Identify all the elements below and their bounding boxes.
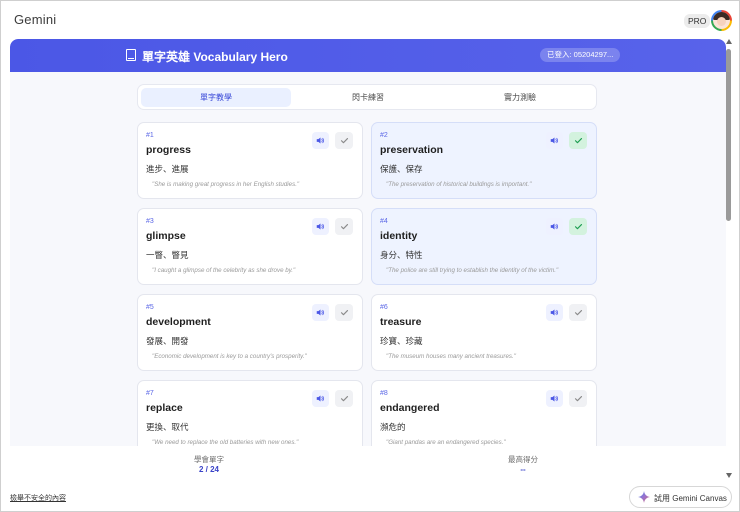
mark-learned-button[interactable] (569, 218, 587, 235)
tab-vocabulary-teaching[interactable]: 單字教學 (141, 88, 291, 107)
app-title: Gemini (14, 12, 57, 27)
app-canvas: 單字英雄 Vocabulary Hero 已登入: 05204297... 單字… (10, 39, 726, 446)
scroll-down-arrow-icon[interactable] (726, 473, 732, 478)
mark-learned-button[interactable] (335, 132, 353, 149)
tab-skill-test[interactable]: 實力測驗 (445, 88, 595, 107)
card-number: #2 (380, 132, 388, 139)
play-sound-button[interactable] (312, 390, 329, 407)
avatar-image (713, 12, 730, 29)
learned-words-value: 2 / 24 (198, 465, 219, 474)
card-number: #7 (146, 390, 154, 397)
card-translation: 進步、進展 (146, 164, 189, 174)
card-word: progress (146, 144, 191, 156)
play-sound-button[interactable] (546, 390, 563, 407)
vocabulary-card: #8 endangered 瀕危的 "Giant pandas are an enda… (371, 380, 597, 446)
card-number: #8 (380, 390, 388, 397)
card-word: development (146, 316, 211, 328)
card-word: identity (380, 230, 418, 242)
avatar[interactable] (711, 10, 732, 31)
card-example-sentence: "Economic development is key to a countr… (152, 353, 307, 360)
mode-tabs: 單字教學 閃卡練習 實力測驗 (137, 84, 597, 110)
try-gemini-canvas-label: 試用 Gemini Canvas (654, 494, 727, 503)
mark-learned-button[interactable] (335, 218, 353, 235)
card-translation: 身分、特性 (380, 250, 423, 260)
mark-learned-button[interactable] (569, 132, 587, 149)
play-sound-button[interactable] (312, 132, 329, 149)
card-word: endangered (380, 402, 440, 414)
card-number: #1 (146, 132, 154, 139)
learned-words-label: 學會單字 (194, 455, 224, 464)
vocabulary-card: #3 glimpse 一瞥、瞥見 "I caught a glimpse of the… (137, 208, 363, 285)
pro-badge: PRO (684, 14, 711, 28)
card-translation: 保護、保存 (380, 164, 423, 174)
play-sound-button[interactable] (546, 218, 563, 235)
play-sound-button[interactable] (546, 304, 563, 321)
mark-learned-button[interactable] (335, 390, 353, 407)
card-translation: 一瞥、瞥見 (146, 250, 189, 260)
tab-flashcard-practice[interactable]: 閃卡練習 (293, 88, 443, 107)
card-number: #6 (380, 304, 388, 311)
avatar-face (717, 17, 726, 26)
scroll-up-arrow-icon[interactable] (726, 39, 732, 44)
card-number: #5 (146, 304, 154, 311)
mark-learned-button[interactable] (569, 304, 587, 321)
card-example-sentence: "Giant pandas are an endangered species.… (386, 439, 506, 446)
scrollbar[interactable] (726, 39, 732, 479)
card-word: replace (146, 402, 183, 414)
play-sound-button[interactable] (312, 304, 329, 321)
vocabulary-card: #6 treasure 珍寶、珍藏 "The museum houses many a… (371, 294, 597, 371)
vocabulary-card: #2 preservation 保護、保存 "The preservation of … (371, 122, 597, 199)
card-example-sentence: "The museum houses many ancient treasure… (386, 353, 516, 360)
best-score-value: -- (520, 465, 526, 474)
vocabulary-card: #5 development 發展、開發 "Economic development … (137, 294, 363, 371)
card-example-sentence: "I caught a glimpse of the celebrity as … (152, 267, 296, 274)
scroll-thumb[interactable] (726, 49, 731, 221)
vocabulary-card: #7 replace 更換、取代 "We need to replace the ol… (137, 380, 363, 446)
vocabulary-card: #4 identity 身分、特性 "The police are still try… (371, 208, 597, 285)
top-bar: Gemini PRO (1, 1, 739, 39)
card-example-sentence: "She is making great progress in her Eng… (152, 181, 300, 188)
card-example-sentence: "The preservation of historical building… (386, 181, 532, 188)
card-translation: 瀕危的 (380, 422, 406, 432)
card-translation: 更換、取代 (146, 422, 189, 432)
hero-header: 單字英雄 Vocabulary Hero 已登入: 05204297... (10, 39, 726, 72)
card-example-sentence: "The police are still trying to establis… (386, 267, 559, 274)
mark-learned-button[interactable] (335, 304, 353, 321)
app-window: Gemini PRO 單字英雄 Vocabulary Hero 已登入: 052… (0, 0, 740, 512)
card-number: #4 (380, 218, 388, 225)
sparkle-icon (638, 491, 650, 503)
book-icon (126, 49, 136, 61)
card-example-sentence: "We need to replace the old batteries wi… (152, 439, 299, 446)
mark-learned-button[interactable] (569, 390, 587, 407)
card-translation: 珍寶、珍藏 (380, 336, 423, 346)
try-gemini-canvas-button[interactable]: 試用 Gemini Canvas (629, 486, 732, 508)
card-word: treasure (380, 316, 422, 328)
best-score-label: 最高得分 (508, 455, 538, 464)
card-translation: 發展、開發 (146, 336, 189, 346)
login-status-badge: 已登入: 05204297... (540, 48, 621, 62)
vocabulary-card: #1 progress 進步、進展 "She is making great prog… (137, 122, 363, 199)
play-sound-button[interactable] (312, 218, 329, 235)
play-sound-button[interactable] (546, 132, 563, 149)
card-number: #3 (146, 218, 154, 225)
card-word: preservation (380, 144, 444, 156)
report-unsafe-content-link[interactable]: 檢舉不安全的內容 (10, 493, 66, 503)
card-word: glimpse (146, 230, 186, 242)
stats-bar: 學會單字 2 / 24 最高得分 -- (1, 446, 726, 479)
hero-title: 單字英雄 Vocabulary Hero (142, 50, 288, 64)
